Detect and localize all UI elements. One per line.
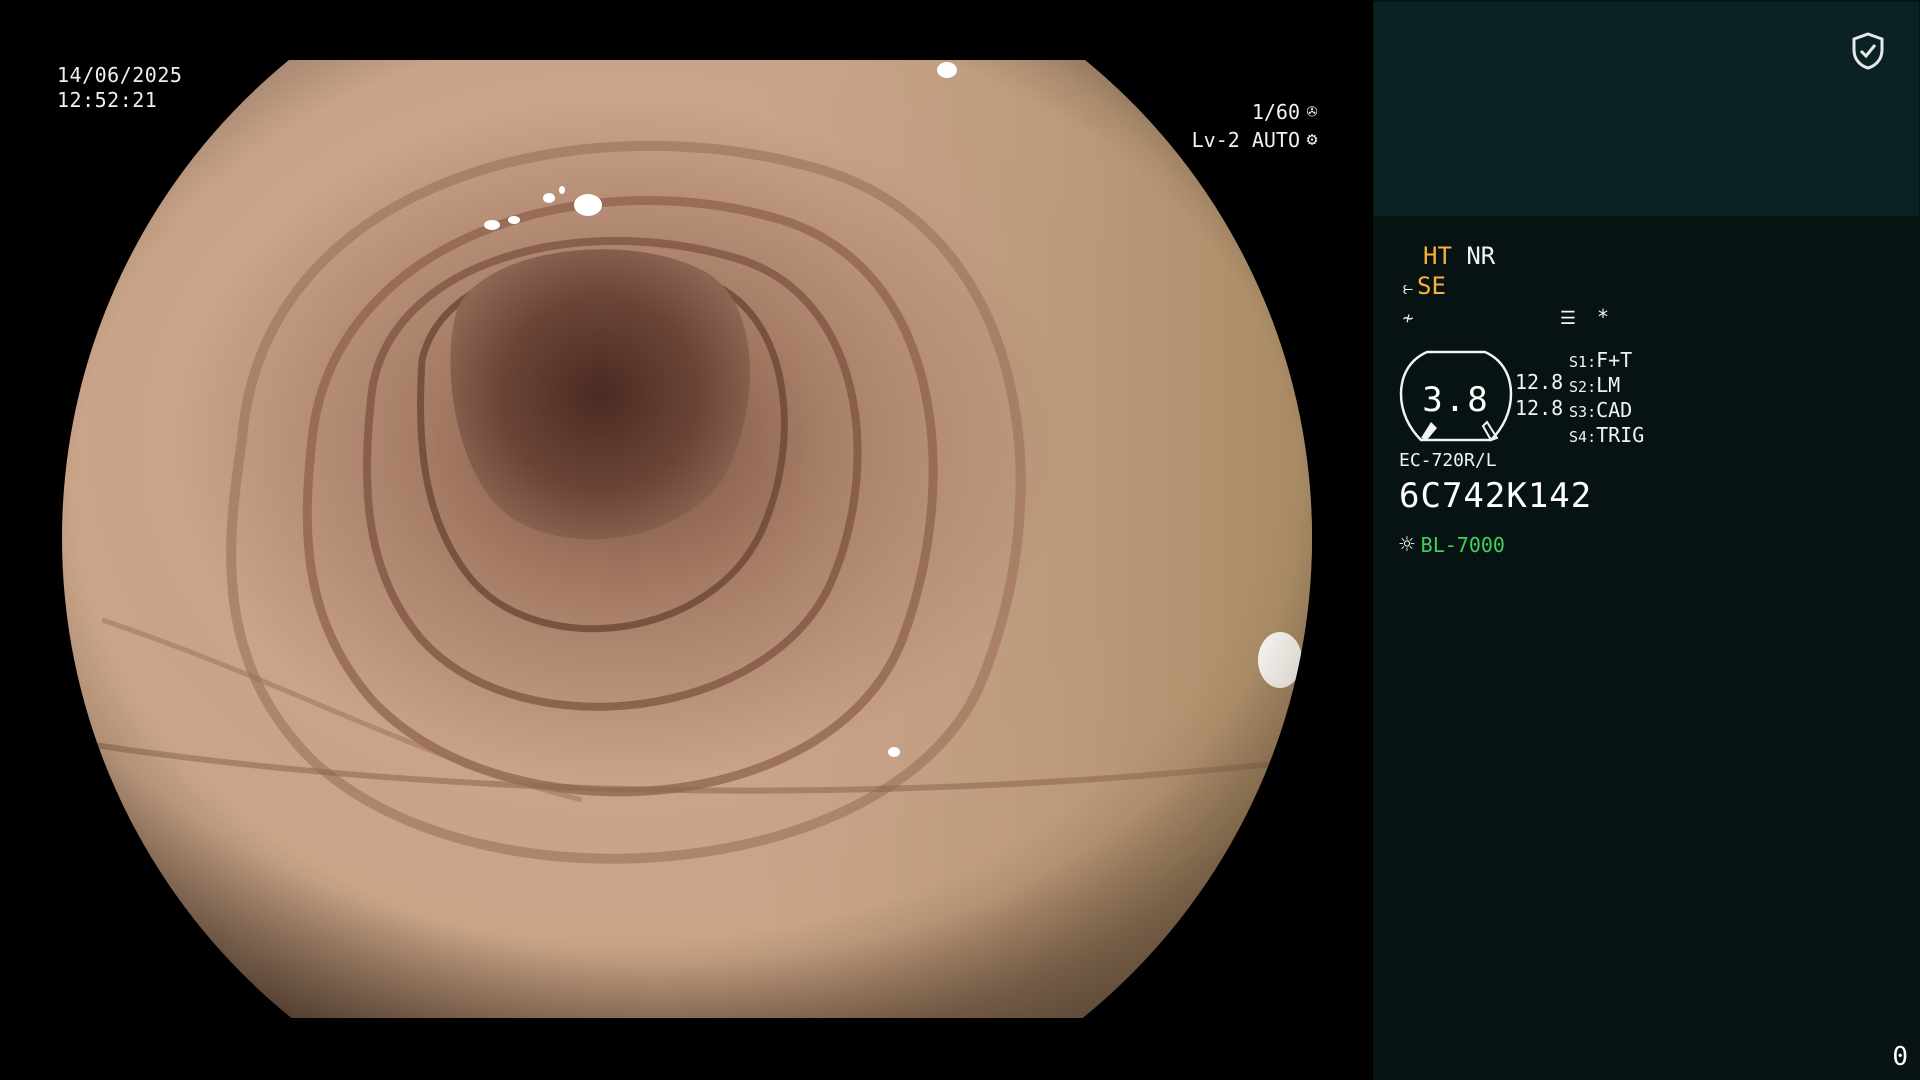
not-equal-icon: ≁ (1402, 308, 1414, 329)
endoscope-video-area: 14/06/2025 12:52:21 1/60 ✇ Lv-2 AUTO ⚙ (0, 0, 1373, 1080)
time-readout: 12:52:21 (57, 88, 158, 112)
shutter-speed: 1/60 (1251, 100, 1300, 124)
exposure-readout: 1/60 ✇ Lv-2 AUTO ⚙ (1192, 98, 1321, 154)
switch-item: S1:F+T (1569, 348, 1633, 372)
aperture-icon: ✇ (1306, 101, 1318, 122)
status-panel: HT NR ⥼ SE ≁ ☰ * 3.8 12.8 12.8 S1:F+T S2… (1373, 0, 1920, 1080)
light-source-icon: ☼ (1399, 530, 1415, 560)
nr-label: NR (1466, 242, 1496, 270)
value-upper: 12.8 (1515, 370, 1564, 394)
scope-model: EC-720R/L (1399, 450, 1497, 471)
endoscopy-image (62, 60, 1312, 1018)
settings-list-icon: ☰ (1559, 308, 1577, 329)
switch-item: S2:LM (1569, 373, 1621, 397)
gauge-value: 3.8 (1422, 380, 1490, 420)
value-lower: 12.8 (1515, 396, 1564, 420)
ht-label: HT (1423, 242, 1452, 270)
serial-number: 6C742K142 (1399, 476, 1593, 516)
light-source-model: BL-7000 (1420, 533, 1505, 557)
switch-list: S1:F+T S2:LM S3:CAD S4:TRIG (1569, 348, 1644, 448)
date-readout: 14/06/2025 (57, 63, 183, 87)
switch-item: S3:CAD (1569, 398, 1633, 422)
switch-item: S4:TRIG (1569, 423, 1645, 447)
se-label: SE (1417, 272, 1446, 300)
iris-mode: Lv-2 AUTO (1191, 128, 1300, 152)
shield-check-icon (1852, 32, 1884, 70)
enhancement-icon: ⥼ (1402, 278, 1414, 299)
panel-header (1374, 2, 1919, 216)
iris-icon: ⚙ (1306, 129, 1318, 150)
asterisk-mark: * (1597, 305, 1610, 329)
brightness-gauge: 3.8 (1399, 350, 1513, 442)
image-counter: 0 (1892, 1042, 1908, 1072)
